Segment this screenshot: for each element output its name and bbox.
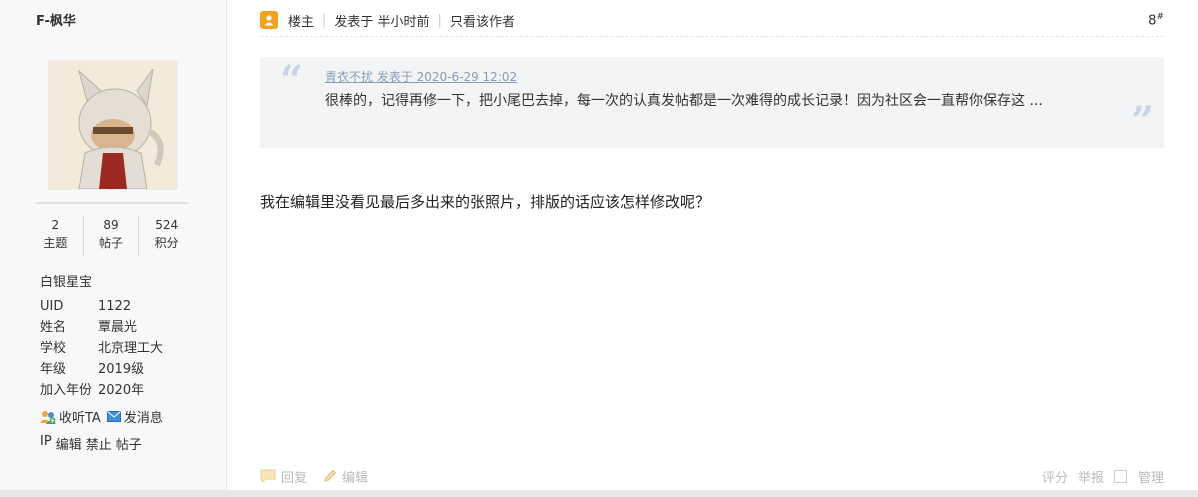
info-key: UID — [40, 299, 64, 314]
header-separator — [260, 36, 1164, 37]
owner-badge-icon — [260, 11, 278, 29]
send-message-button[interactable]: 发消息 — [106, 407, 163, 426]
close-quote-icon: ” — [1130, 98, 1154, 145]
info-key: 年级 — [40, 362, 67, 377]
author-info: UID 1122 姓名 覃晨光 学校 北京理工大 年级 2019级 加入年份 2… — [40, 296, 163, 401]
post-content: 我在编辑里没看见最后多出来的张照片，排版的话应该怎样修改呢？ — [260, 193, 711, 211]
info-value: 北京理工大 — [98, 341, 164, 356]
header-divider: | — [322, 12, 327, 28]
stat-topics-label: 主题 — [43, 236, 68, 250]
stat-points[interactable]: 524 积分 — [138, 216, 194, 256]
header-divider: | — [437, 12, 442, 28]
admin-posts-link[interactable]: 帖子 — [116, 434, 142, 453]
admin-ban-link[interactable]: 禁止 — [86, 434, 112, 453]
pencil-icon — [324, 469, 337, 482]
info-row-uid: UID 1122 — [40, 296, 163, 317]
follow-button[interactable]: 收听TA — [40, 407, 101, 426]
info-key: 加入年份 — [40, 383, 93, 398]
open-quote-icon: “ — [280, 57, 304, 104]
author-sidebar: F-枫华 2 主题 89 帖子 524 积分 白银星宝 UID 1122 姓名 … — [0, 0, 227, 490]
manage-control[interactable]: 管理 — [1113, 467, 1164, 486]
author-username[interactable]: F-枫华 — [36, 10, 76, 29]
stat-topics[interactable]: 2 主题 — [28, 216, 83, 256]
follow-label: 收听TA — [59, 411, 101, 426]
reply-label: 回复 — [281, 470, 308, 486]
info-key: 学校 — [40, 341, 67, 356]
edit-button[interactable]: 编辑 — [323, 467, 368, 486]
author-honor[interactable]: 白银星宝 — [40, 271, 92, 290]
owner-label: 楼主 — [288, 14, 315, 30]
post-time: 发表于 半小时前 — [334, 14, 430, 30]
avatar-divider — [36, 202, 188, 204]
stat-posts[interactable]: 89 帖子 — [82, 216, 139, 256]
quote-block: “ 青衣不扰 发表于 2020-6-29 12:02 很棒的，记得再修一下，把小… — [260, 57, 1164, 148]
post-footer: 回复 编辑 评分 举报 管理 — [260, 465, 1164, 487]
manage-label: 管理 — [1137, 470, 1164, 486]
stat-posts-count: 89 — [103, 218, 119, 232]
quote-text: 很棒的，记得再修一下，把小尾巴去掉，每一次的认真发帖都是一次难得的成长记录！因为… — [325, 93, 1043, 109]
info-value: 覃晨光 — [98, 320, 138, 335]
avatar[interactable] — [48, 60, 178, 190]
floor-number[interactable]: 8# — [1148, 12, 1164, 28]
footer-right-actions: 评分 举报 管理 — [1042, 467, 1164, 486]
manage-checkbox[interactable] — [1113, 469, 1127, 483]
stat-topics-count: 2 — [51, 218, 60, 232]
info-row-grade: 年级 2019级 — [40, 359, 163, 380]
reply-button[interactable]: 回复 — [260, 467, 307, 486]
quote-meta-link[interactable]: 青衣不扰 发表于 2020-6-29 12:02 — [325, 68, 517, 85]
reply-icon — [260, 469, 276, 483]
info-row-school: 学校 北京理工大 — [40, 338, 163, 359]
author-actions: 收听TA 发消息 — [40, 407, 163, 426]
admin-ip-link[interactable]: IP — [40, 434, 52, 453]
info-value: 2019级 — [98, 362, 145, 377]
info-row-name: 姓名 覃晨光 — [40, 317, 163, 338]
stat-points-label: 积分 — [154, 236, 179, 250]
send-message-label: 发消息 — [123, 411, 163, 426]
admin-edit-link[interactable]: 编辑 — [56, 434, 82, 453]
author-stats: 2 主题 89 帖子 524 积分 — [28, 216, 194, 256]
report-button[interactable]: 举报 — [1078, 467, 1104, 486]
floor-mark: # — [1156, 11, 1164, 22]
post-header: 楼主 | 发表于 半小时前 | 只看该作者 8# — [260, 8, 1164, 32]
admin-links: IP 编辑 禁止 帖子 — [40, 434, 142, 453]
stat-points-count: 524 — [155, 218, 179, 232]
edit-label: 编辑 — [342, 470, 369, 486]
follow-icon — [40, 410, 56, 424]
envelope-icon — [106, 411, 121, 422]
info-key: 姓名 — [40, 320, 67, 335]
only-author-link[interactable]: 只看该作者 — [450, 11, 515, 30]
info-row-join-year: 加入年份 2020年 — [40, 380, 163, 401]
stat-posts-label: 帖子 — [99, 236, 124, 250]
info-value: 2020年 — [98, 383, 145, 398]
rate-button[interactable]: 评分 — [1042, 467, 1068, 486]
info-value: 1122 — [98, 299, 132, 314]
bottom-divider — [0, 490, 1198, 497]
